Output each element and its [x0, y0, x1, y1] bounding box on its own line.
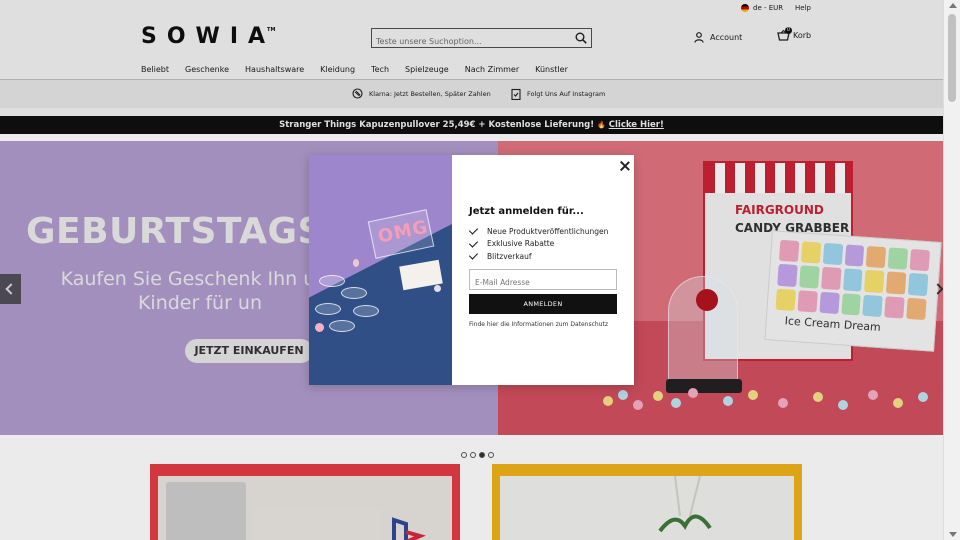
close-icon[interactable] [619, 160, 631, 172]
scroll-up-icon[interactable] [949, 3, 957, 8]
ball-image [315, 323, 324, 332]
modal-title: Jetzt anmelden für... [469, 206, 584, 217]
benefit-label: Neue Produktveröffentlichungen [487, 226, 609, 236]
checkmark-icon [469, 239, 479, 249]
email-field-wrapper [469, 269, 617, 292]
email-field[interactable] [470, 273, 616, 292]
glass-image [353, 305, 379, 317]
page: de - EUR Help SOWIATM Account 0 Korb Bel… [0, 0, 943, 540]
list-item: Blitzverkauf [469, 250, 608, 263]
neon-sign-text: OMG [376, 216, 431, 248]
list-item: Neue Produktveröffentlichungen [469, 225, 608, 238]
benefit-list: Neue Produktveröffentlichungen Exklusive… [469, 225, 608, 263]
list-item: Exklusive Rabatte [469, 238, 608, 251]
checkmark-icon [469, 251, 479, 261]
glass-image [329, 320, 355, 332]
signup-button[interactable]: ANMELDEN [469, 294, 617, 314]
ball-image [353, 259, 359, 267]
checkmark-icon [469, 226, 479, 236]
benefit-label: Blitzverkauf [487, 251, 532, 261]
glass-image [315, 303, 341, 315]
page-scrollbar[interactable] [943, 0, 960, 540]
scroll-thumb[interactable] [948, 14, 956, 102]
privacy-link[interactable]: Finde hier die Informationen zum Datensc… [469, 321, 608, 328]
newsletter-modal: OMG Jetzt anmelden für... Neue Produktve… [309, 155, 634, 385]
newsletter-image: OMG [309, 155, 452, 385]
glass-image [341, 287, 367, 299]
ball-image [434, 285, 441, 292]
glass-image [319, 275, 345, 287]
scroll-down-icon[interactable] [949, 532, 957, 537]
benefit-label: Exklusive Rabatte [487, 239, 555, 249]
